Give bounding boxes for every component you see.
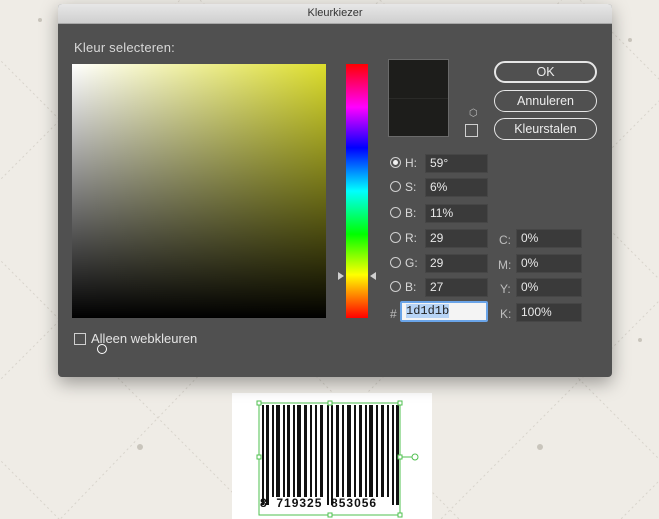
out-of-gamut-cube-icon[interactable]: ⬡ <box>469 108 478 119</box>
blue-radio[interactable] <box>390 281 401 292</box>
color-picker-dialog: Kleurkiezer Kleur selecteren: ⬡ OK Annul… <box>58 4 612 377</box>
yellow-input[interactable]: 0% <box>516 278 582 297</box>
brightness-input[interactable]: 11% <box>425 204 488 223</box>
magenta-label: M: <box>498 258 512 272</box>
select-color-label: Kleur selecteren: <box>74 40 175 55</box>
cyan-label: C: <box>499 233 511 247</box>
red-label: R: <box>405 231 417 245</box>
saturation-radio[interactable] <box>390 181 401 192</box>
hex-value: 1d1d1b <box>406 304 450 318</box>
blue-label: B: <box>405 280 417 294</box>
dialog-title: Kleurkiezer <box>58 4 612 24</box>
web-colors-only-label: Alleen webkleuren <box>91 331 198 346</box>
barcode-digits: 8 719325 853056 <box>260 496 378 510</box>
color-preview-swatch <box>388 59 449 137</box>
saturation-input[interactable]: 6% <box>425 178 488 197</box>
saturation-label: S: <box>405 180 417 194</box>
hex-input[interactable]: 1d1d1b <box>400 301 488 322</box>
blue-input[interactable]: 27 <box>425 278 488 297</box>
cyan-input[interactable]: 0% <box>516 229 582 248</box>
black-label: K: <box>500 307 512 321</box>
green-label: G: <box>405 256 418 270</box>
brightness-label: B: <box>405 206 417 220</box>
ok-button[interactable]: OK <box>494 61 597 83</box>
brightness-radio[interactable] <box>390 207 401 218</box>
black-input[interactable]: 100% <box>516 303 582 322</box>
yellow-label: Y: <box>500 282 511 296</box>
hue-slider-handle-right[interactable] <box>370 272 376 280</box>
color-marker[interactable] <box>97 344 107 354</box>
green-input[interactable]: 29 <box>425 254 488 273</box>
magenta-input[interactable]: 0% <box>516 254 582 273</box>
websafe-swatch-icon[interactable] <box>465 124 478 137</box>
hue-slider[interactable] <box>346 64 368 318</box>
swatches-button[interactable]: Kleurstalen <box>494 118 597 140</box>
green-radio[interactable] <box>390 257 401 268</box>
cancel-button[interactable]: Annuleren <box>494 90 597 112</box>
hue-input[interactable]: 59° <box>425 154 488 173</box>
hue-slider-handle-left[interactable] <box>338 272 344 280</box>
hue-radio[interactable] <box>390 157 401 168</box>
web-colors-only-checkbox[interactable] <box>74 333 86 345</box>
hex-label: # <box>390 307 397 321</box>
hue-label: H: <box>405 156 417 170</box>
saturation-brightness-field[interactable] <box>72 64 326 354</box>
red-radio[interactable] <box>390 232 401 243</box>
red-input[interactable]: 29 <box>425 229 488 248</box>
